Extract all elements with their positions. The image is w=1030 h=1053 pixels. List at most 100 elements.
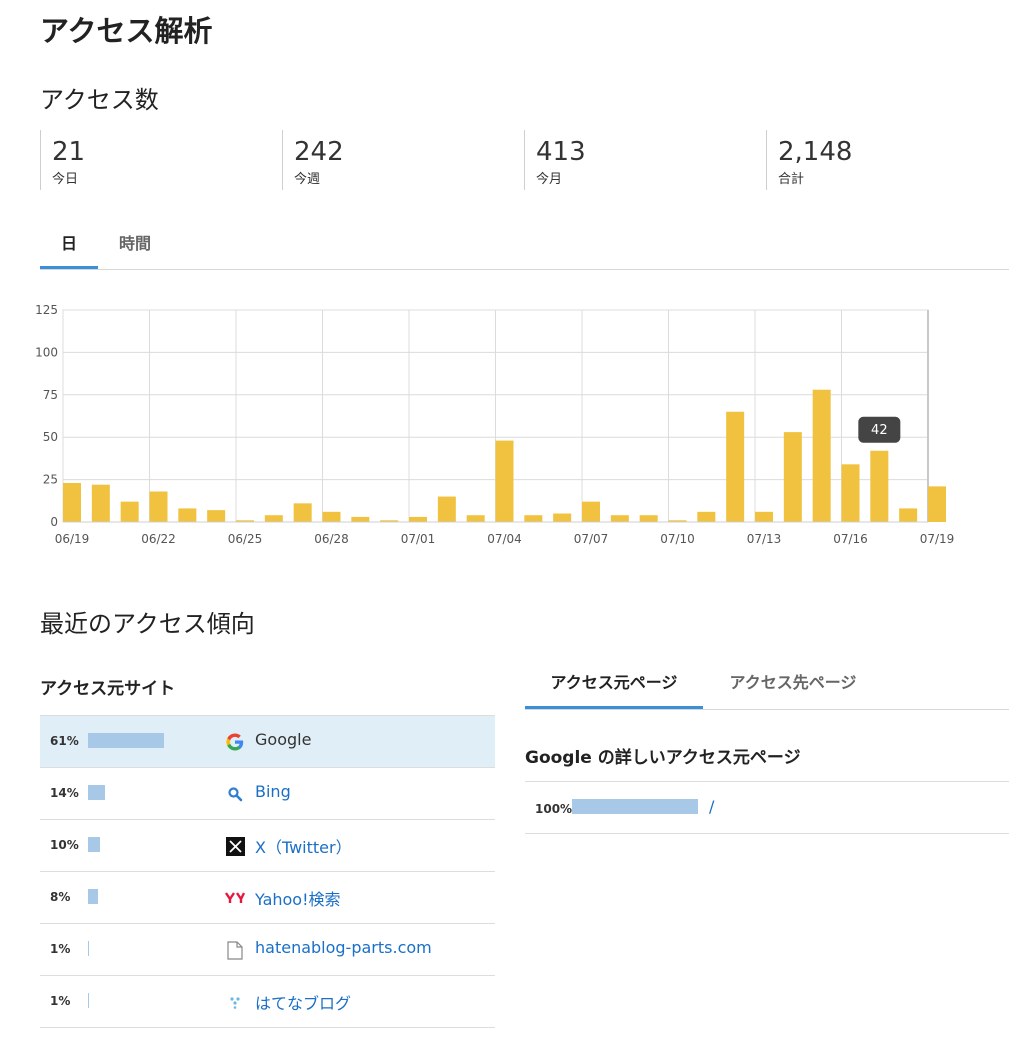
referrer-percent: 14% xyxy=(50,786,79,800)
chart-bar xyxy=(293,503,312,522)
referrer-percent: 1% xyxy=(50,994,71,1008)
detail-list: 100% / xyxy=(525,781,1009,834)
x-tick-label: 06/25 xyxy=(228,532,263,546)
x-tick-label: 07/13 xyxy=(747,532,782,546)
referrer-row-yahoo[interactable]: 8% Yahoo!検索 xyxy=(40,872,495,924)
share-fill xyxy=(572,799,698,814)
page-icon xyxy=(225,940,245,960)
stat-value: 2,148 xyxy=(778,137,853,167)
chart-bar xyxy=(697,511,716,522)
chart-bar xyxy=(437,496,456,522)
stat-total: 2,148 合計 xyxy=(766,130,852,190)
share-fill xyxy=(88,889,98,904)
referrer-name[interactable]: hatenablog-parts.com xyxy=(255,938,432,957)
share-fill xyxy=(88,785,106,800)
x-tick-label: 07/19 xyxy=(920,532,955,546)
chart-bar xyxy=(841,464,860,522)
hatena-blog-icon xyxy=(225,992,245,1012)
chart-bar xyxy=(639,515,658,522)
chart-bar xyxy=(120,501,139,522)
stat-value: 21 xyxy=(52,137,86,167)
chart-period-tabs: 日 時間 xyxy=(40,226,1009,270)
referrer-list: 61% Google 14% Bing 10% X（Twitter） 8% Ya… xyxy=(40,715,495,1028)
chart-bar xyxy=(553,513,572,522)
referrer-name[interactable]: Google xyxy=(255,730,311,749)
referrer-percent: 8% xyxy=(50,890,71,904)
stat-value: 413 xyxy=(536,137,586,167)
chart-bar xyxy=(466,515,485,522)
page-title: アクセス解析 xyxy=(40,14,213,48)
tab-hour[interactable]: 時間 xyxy=(110,226,160,266)
x-tick-label: 07/16 xyxy=(833,532,868,546)
share-fill xyxy=(88,733,164,748)
referrer-name[interactable]: X（Twitter） xyxy=(255,834,352,858)
chart-bar xyxy=(928,486,946,522)
chart-bar xyxy=(582,501,600,522)
x-tick-label: 06/22 xyxy=(141,532,176,546)
stat-week: 242 今週 xyxy=(282,130,344,190)
chart-bar xyxy=(755,511,773,522)
referrer-name[interactable]: はてなブログ xyxy=(255,990,351,1014)
x-tick-label: 06/19 xyxy=(55,532,90,546)
stats-summary: 21 今日 242 今週 413 今月 2,148 合計 xyxy=(40,130,1010,190)
chart-bar xyxy=(207,510,226,522)
google-icon xyxy=(225,732,245,752)
chart-bar xyxy=(726,411,745,522)
referrer-percent: 1% xyxy=(50,942,71,956)
referrer-row-bing[interactable]: 14% Bing xyxy=(40,768,495,820)
referrer-row-x-twitter[interactable]: 10% X（Twitter） xyxy=(40,820,495,872)
share-fill xyxy=(88,837,101,852)
detail-row[interactable]: 100% / xyxy=(525,782,1009,834)
detail-path-link[interactable]: / xyxy=(709,797,714,816)
access-count-title: アクセス数 xyxy=(40,86,159,114)
chart-tooltip-value: 42 xyxy=(871,423,888,438)
page-direction-tabs: アクセス元ページ アクセス先ページ xyxy=(525,664,1009,710)
tab-source-pages[interactable]: アクセス元ページ xyxy=(525,664,703,709)
stat-value: 242 xyxy=(294,137,344,167)
chart-bar xyxy=(63,482,81,522)
referrer-share-bar xyxy=(88,889,212,904)
chart-bar xyxy=(91,484,110,522)
tab-day[interactable]: 日 xyxy=(40,226,98,269)
referrer-name[interactable]: Bing xyxy=(255,782,291,801)
x-tick-label: 07/01 xyxy=(401,532,436,546)
referrer-share-bar xyxy=(88,837,212,852)
chart-bar xyxy=(495,440,514,522)
stat-label: 合計 xyxy=(778,172,805,187)
chart-bar xyxy=(409,516,427,522)
stat-label: 今月 xyxy=(536,172,563,187)
share-fill xyxy=(88,941,90,956)
referrer-percent: 61% xyxy=(50,734,79,748)
referrer-row-hatena-blog[interactable]: 1% はてなブログ xyxy=(40,976,495,1028)
chart-bar xyxy=(351,516,370,522)
referrer-percent: 10% xyxy=(50,838,79,852)
y-tick-label: 0 xyxy=(50,515,58,529)
referrer-name[interactable]: Yahoo!検索 xyxy=(255,886,341,910)
referrer-share-bar xyxy=(88,785,212,800)
stat-label: 今週 xyxy=(294,172,321,187)
chart-bar xyxy=(264,515,283,522)
y-tick-label: 125 xyxy=(35,303,58,317)
referrer-sites-title: アクセス元サイト xyxy=(40,679,176,699)
chart-bar xyxy=(149,491,168,522)
chart-bar xyxy=(322,511,341,522)
referrer-share-bar xyxy=(88,733,212,748)
referrer-row-hatenablog-parts[interactable]: 1% hatenablog-parts.com xyxy=(40,924,495,976)
y-tick-label: 50 xyxy=(43,430,58,444)
y-tick-label: 25 xyxy=(43,473,58,487)
referrer-share-bar xyxy=(88,993,212,1008)
chart-bar xyxy=(524,515,543,522)
chart-bar xyxy=(812,389,831,522)
chart-bar xyxy=(610,515,629,522)
x-tick-label: 07/07 xyxy=(574,532,609,546)
referrer-row-google[interactable]: 61% Google xyxy=(40,716,495,768)
stat-today: 21 今日 xyxy=(40,130,85,190)
tab-destination-pages[interactable]: アクセス先ページ xyxy=(713,664,873,706)
referrer-share-bar xyxy=(88,941,212,956)
detail-title: Google の詳しいアクセス元ページ xyxy=(525,748,801,768)
y-tick-label: 100 xyxy=(35,345,58,359)
stat-label: 今日 xyxy=(52,172,79,187)
detail-share-bar xyxy=(572,799,698,814)
stat-month: 413 今月 xyxy=(524,130,586,190)
trends-title: 最近のアクセス傾向 xyxy=(40,610,255,638)
